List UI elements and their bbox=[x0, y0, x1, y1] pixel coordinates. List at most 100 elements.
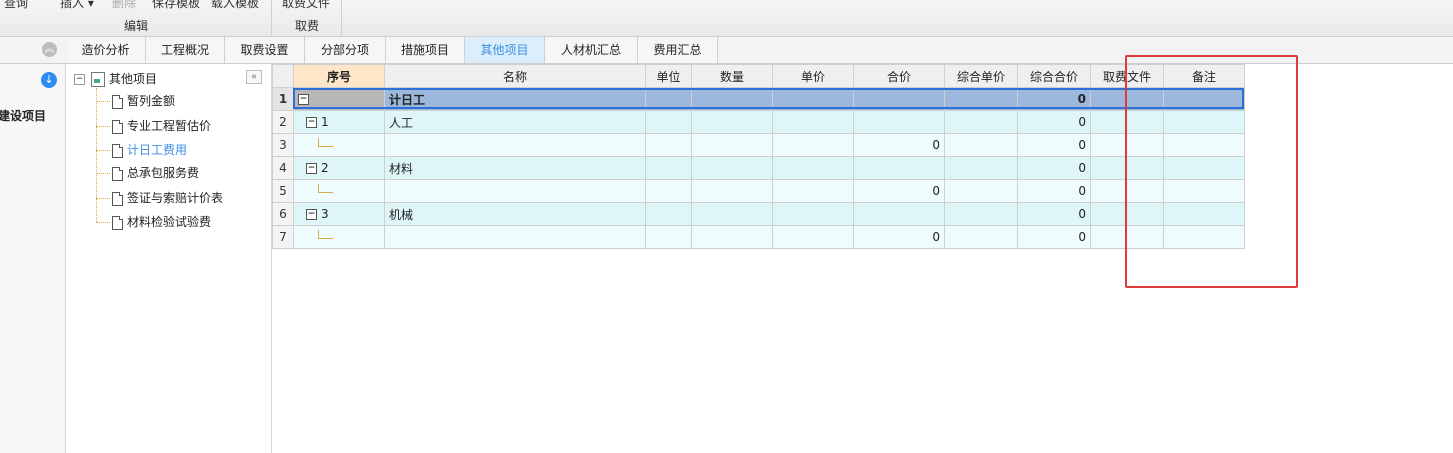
qty-cell[interactable] bbox=[691, 110, 773, 134]
load-template-button[interactable]: 载入模板 bbox=[211, 0, 259, 11]
qty-cell[interactable] bbox=[691, 179, 773, 203]
tab-cost-analysis[interactable]: 造价分析 bbox=[66, 37, 146, 63]
save-template-button[interactable]: 保存模板 bbox=[152, 0, 200, 11]
collapse-icon[interactable]: − bbox=[298, 93, 309, 105]
collapse-icon[interactable]: − bbox=[306, 208, 317, 220]
fee-file-button[interactable]: 取费文件 bbox=[282, 0, 330, 11]
qty-cell[interactable] bbox=[691, 156, 773, 180]
double-chevron-left-icon[interactable]: « bbox=[246, 70, 262, 84]
total-cost-cell[interactable]: 0 bbox=[1017, 156, 1091, 180]
table-row[interactable]: 1 − 计日工 0 bbox=[272, 87, 1245, 111]
seq-cell[interactable]: − bbox=[293, 87, 385, 111]
total-cost-cell[interactable]: 0 bbox=[1017, 133, 1091, 157]
price-cell[interactable] bbox=[772, 133, 854, 157]
tree-item-daywork[interactable]: 计日工费用 bbox=[96, 139, 187, 161]
tree-item-provisional-sum[interactable]: 暂列金额 bbox=[96, 90, 175, 112]
grid-corner[interactable] bbox=[272, 64, 294, 88]
unit-cell[interactable] bbox=[645, 133, 692, 157]
unit-cost-cell[interactable] bbox=[944, 156, 1018, 180]
note-cell[interactable] bbox=[1163, 87, 1245, 111]
table-row[interactable]: 5 0 0 bbox=[272, 179, 1245, 203]
table-row[interactable]: 7 0 0 bbox=[272, 225, 1245, 249]
price-cell[interactable] bbox=[772, 110, 854, 134]
qty-cell[interactable] bbox=[691, 133, 773, 157]
fee-file-cell[interactable] bbox=[1090, 87, 1164, 111]
name-cell[interactable] bbox=[384, 225, 646, 249]
table-row[interactable]: 6 −3 机械 0 bbox=[272, 202, 1245, 226]
project-node-label[interactable]: 建设项目 bbox=[0, 107, 46, 124]
total-cell[interactable]: 0 bbox=[853, 225, 945, 249]
column-header-unit-cost[interactable]: 综合单价 bbox=[944, 64, 1018, 88]
fee-file-cell[interactable] bbox=[1090, 179, 1164, 203]
tab-fee-summary[interactable]: 费用汇总 bbox=[638, 37, 718, 63]
unit-cell[interactable] bbox=[645, 156, 692, 180]
qty-cell[interactable] bbox=[691, 202, 773, 226]
note-cell[interactable] bbox=[1163, 133, 1245, 157]
name-cell[interactable] bbox=[384, 133, 646, 157]
unit-cell[interactable] bbox=[645, 225, 692, 249]
note-cell[interactable] bbox=[1163, 179, 1245, 203]
collapse-icon[interactable]: − bbox=[74, 74, 85, 85]
unit-cost-cell[interactable] bbox=[944, 110, 1018, 134]
collapse-icon[interactable]: − bbox=[306, 116, 317, 128]
collapse-icon[interactable]: − bbox=[306, 162, 317, 174]
fee-file-cell[interactable] bbox=[1090, 133, 1164, 157]
name-cell[interactable]: 材料 bbox=[384, 156, 646, 180]
seq-cell[interactable] bbox=[293, 133, 385, 157]
tree-root[interactable]: − 其他项目 bbox=[74, 70, 157, 87]
column-header-seq[interactable]: 序号 bbox=[293, 64, 385, 88]
fee-file-cell[interactable] bbox=[1090, 156, 1164, 180]
tree-item-specialty-estimate[interactable]: 专业工程暂估价 bbox=[96, 115, 211, 137]
tab-sub-items[interactable]: 分部分项 bbox=[305, 37, 386, 63]
seq-cell[interactable]: −3 bbox=[293, 202, 385, 226]
unit-cost-cell[interactable] bbox=[944, 179, 1018, 203]
unit-cell[interactable] bbox=[645, 87, 692, 111]
tree-item-visa-claims[interactable]: 签证与索赔计价表 bbox=[96, 187, 223, 209]
total-cell[interactable] bbox=[853, 202, 945, 226]
table-row[interactable]: 3 0 0 bbox=[272, 133, 1245, 157]
unit-cell[interactable] bbox=[645, 110, 692, 134]
unit-cost-cell[interactable] bbox=[944, 225, 1018, 249]
tree-item-general-contract-fee[interactable]: 总承包服务费 bbox=[96, 162, 199, 184]
unit-cost-cell[interactable] bbox=[944, 133, 1018, 157]
qty-cell[interactable] bbox=[691, 225, 773, 249]
note-cell[interactable] bbox=[1163, 110, 1245, 134]
fee-file-cell[interactable] bbox=[1090, 225, 1164, 249]
qty-cell[interactable] bbox=[691, 87, 773, 111]
column-header-fee-file[interactable]: 取费文件 bbox=[1090, 64, 1164, 88]
column-header-name[interactable]: 名称 bbox=[384, 64, 646, 88]
total-cell[interactable] bbox=[853, 156, 945, 180]
fee-file-cell[interactable] bbox=[1090, 110, 1164, 134]
seq-cell[interactable] bbox=[293, 179, 385, 203]
total-cell[interactable] bbox=[853, 110, 945, 134]
total-cost-cell[interactable]: 0 bbox=[1017, 202, 1091, 226]
total-cost-cell[interactable]: 0 bbox=[1017, 225, 1091, 249]
price-cell[interactable] bbox=[772, 156, 854, 180]
price-cell[interactable] bbox=[772, 225, 854, 249]
column-header-note[interactable]: 备注 bbox=[1163, 64, 1245, 88]
name-cell[interactable]: 机械 bbox=[384, 202, 646, 226]
tree-item-material-testing[interactable]: 材料检验试验费 bbox=[96, 211, 211, 233]
name-cell[interactable] bbox=[384, 179, 646, 203]
seq-cell[interactable] bbox=[293, 225, 385, 249]
tab-fee-settings[interactable]: 取费设置 bbox=[225, 37, 305, 63]
price-cell[interactable] bbox=[772, 179, 854, 203]
total-cost-cell[interactable]: 0 bbox=[1017, 179, 1091, 203]
total-cell[interactable]: 0 bbox=[853, 133, 945, 157]
tab-measures[interactable]: 措施项目 bbox=[386, 37, 465, 63]
table-row[interactable]: 2 −1 人工 0 bbox=[272, 110, 1245, 134]
table-row[interactable]: 4 −2 材料 0 bbox=[272, 156, 1245, 180]
insert-button[interactable]: 插入 ▾ bbox=[60, 0, 94, 11]
name-cell[interactable]: 人工 bbox=[384, 110, 646, 134]
double-chevron-up-icon[interactable]: ︽ bbox=[42, 42, 57, 57]
tab-other-items[interactable]: 其他项目 bbox=[465, 37, 545, 63]
unit-cell[interactable] bbox=[645, 202, 692, 226]
seq-cell[interactable]: −2 bbox=[293, 156, 385, 180]
column-header-qty[interactable]: 数量 bbox=[691, 64, 773, 88]
name-cell[interactable]: 计日工 bbox=[384, 87, 646, 111]
total-cell[interactable] bbox=[853, 87, 945, 111]
unit-cost-cell[interactable] bbox=[944, 87, 1018, 111]
price-cell[interactable] bbox=[772, 202, 854, 226]
tab-project-overview[interactable]: 工程概况 bbox=[146, 37, 225, 63]
column-header-total[interactable]: 合价 bbox=[853, 64, 945, 88]
